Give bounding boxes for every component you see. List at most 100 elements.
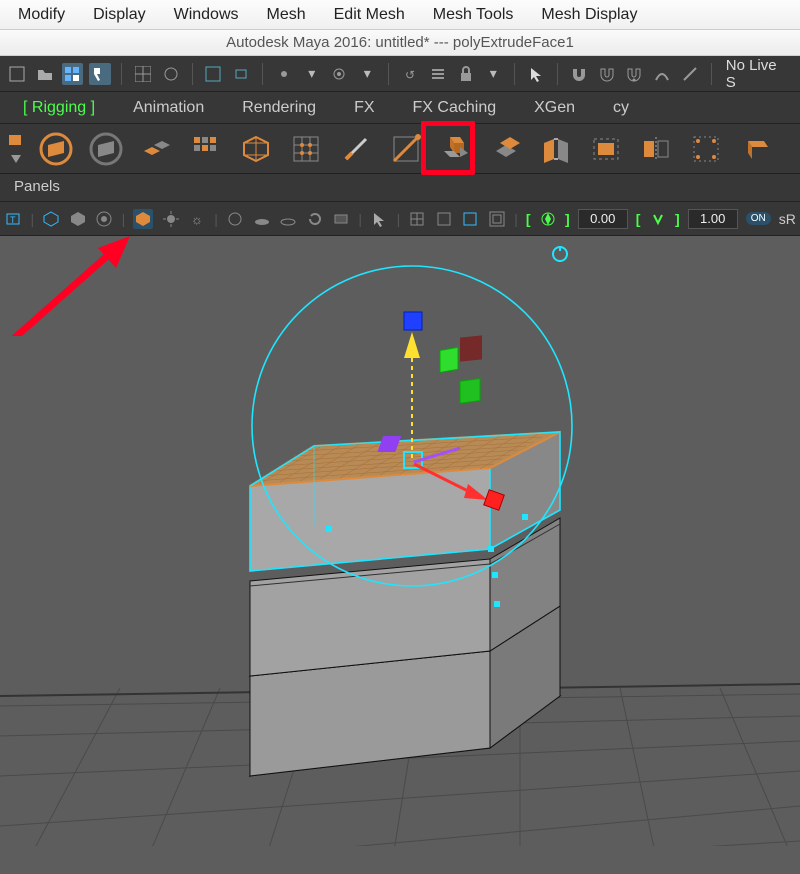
cube-geometry [250, 432, 560, 776]
highlight-annotation-box [421, 121, 475, 175]
menu-edit-mesh[interactable]: Edit Mesh [320, 3, 419, 27]
new-scene-icon[interactable] [6, 63, 28, 85]
select-tool-icon[interactable] [370, 209, 389, 229]
gate-mask-icon[interactable] [488, 209, 507, 229]
separator [711, 63, 712, 85]
select-by-object-icon[interactable] [230, 63, 252, 85]
shelf-icon-smooth[interactable] [236, 129, 276, 169]
shelf-icon-polycube[interactable] [86, 129, 126, 169]
use-lights-icon[interactable] [161, 209, 180, 229]
shelf-icon-multicut[interactable] [336, 129, 376, 169]
magnet-icon[interactable] [568, 63, 590, 85]
cursor-arrow-icon[interactable] [525, 63, 547, 85]
menu-modify[interactable]: Modify [4, 3, 79, 27]
film-back-icon[interactable] [435, 209, 454, 229]
select-by-hierarchy-icon[interactable] [203, 63, 225, 85]
live-surface-label[interactable]: No Live S [722, 57, 794, 91]
lock-drop-icon[interactable]: ▾ [482, 63, 504, 85]
gamma-bracket-left: [ [636, 211, 641, 227]
shelf-dropdown-icon[interactable] [6, 129, 26, 169]
xray-joints-icon[interactable] [279, 209, 298, 229]
lock-icon[interactable] [455, 63, 477, 85]
tab-animation[interactable]: Animation [114, 92, 223, 123]
shelf [0, 124, 800, 174]
svg-text:↺: ↺ [405, 68, 415, 82]
color-management-on-badge[interactable]: ON [746, 212, 771, 225]
shelf-icon-polyplane[interactable] [36, 129, 76, 169]
separator [388, 63, 389, 85]
shelf-icon-bridge[interactable] [536, 129, 576, 169]
exposure-field[interactable]: 0.00 [578, 209, 628, 229]
snap-point-icon[interactable] [273, 63, 295, 85]
viewport-toolbar: T | | ☼ | | | | [ ] 0.00 [ ] 1.00 ON sR [0, 202, 800, 236]
shelf-icon-mirror[interactable] [636, 129, 676, 169]
snap-grid-icon[interactable] [329, 63, 351, 85]
motion-blur-icon[interactable] [305, 209, 324, 229]
history-icon[interactable]: ↺ [399, 63, 421, 85]
svg-text:☼: ☼ [191, 212, 203, 227]
list-icon[interactable] [427, 63, 449, 85]
gamma-bracket-right: ] [675, 211, 680, 227]
viewport-3d[interactable] [0, 236, 800, 846]
shelf-icon-quad-draw[interactable] [736, 129, 776, 169]
shelf-icon-bevel[interactable] [486, 129, 526, 169]
magnet-curve-icon[interactable] [651, 63, 673, 85]
menu-mesh[interactable]: Mesh [253, 3, 320, 27]
grid-small-icon[interactable] [132, 63, 154, 85]
wireshade-icon[interactable] [95, 209, 114, 229]
open-icon[interactable] [34, 63, 56, 85]
snap-drop-icon[interactable]: ▾ [356, 63, 378, 85]
gamma-icon[interactable] [648, 209, 667, 229]
tab-rendering[interactable]: Rendering [223, 92, 335, 123]
selection-mode-icon[interactable] [62, 63, 84, 85]
tab-cy[interactable]: cy [594, 92, 648, 123]
resolution-gate-icon[interactable] [461, 209, 480, 229]
snap-curve-icon[interactable]: ▾ [301, 63, 323, 85]
shelf-icon-append[interactable] [586, 129, 626, 169]
shelf-icon-target-weld[interactable] [386, 129, 426, 169]
wireframe-icon[interactable] [42, 209, 61, 229]
tab-xgen[interactable]: XGen [515, 92, 594, 123]
separator [557, 63, 558, 85]
menu-display[interactable]: Display [79, 3, 159, 27]
window-title-bar: Autodesk Maya 2016: untitled* --- polyEx… [0, 30, 800, 56]
shaded-icon[interactable] [69, 209, 88, 229]
exposure-bracket-right: ] [565, 211, 570, 227]
colorspace-label[interactable]: sR [779, 211, 796, 227]
separator [192, 63, 193, 85]
tab-rigging[interactable]: [ Rigging ] [4, 92, 114, 123]
xray-icon[interactable] [252, 209, 271, 229]
textured-icon[interactable] [133, 209, 153, 229]
menu-mesh-tools[interactable]: Mesh Tools [419, 3, 528, 27]
camera-select-icon[interactable]: T [4, 209, 23, 229]
exposure-icon[interactable] [539, 209, 558, 229]
shadows-icon[interactable]: ☼ [188, 209, 207, 229]
window-title: Autodesk Maya 2016: untitled* --- polyEx… [226, 34, 574, 51]
separator [121, 63, 122, 85]
shelf-icon-sculpt[interactable] [686, 129, 726, 169]
menu-mesh-display[interactable]: Mesh Display [527, 3, 651, 27]
isolate-icon[interactable] [226, 209, 245, 229]
separator [514, 63, 515, 85]
magnet-point-icon[interactable] [596, 63, 618, 85]
shelf-icon-subdivide[interactable] [286, 129, 326, 169]
menu-windows[interactable]: Windows [160, 3, 253, 27]
pick-mask-icon[interactable] [89, 63, 111, 85]
magnet-grid-icon[interactable] [623, 63, 645, 85]
tab-fx-caching[interactable]: FX Caching [394, 92, 516, 123]
separator [262, 63, 263, 85]
gamma-field[interactable]: 1.00 [688, 209, 738, 229]
os-menu-bar: Modify Display Windows Mesh Edit Mesh Me… [0, 0, 800, 30]
tab-fx[interactable]: FX [335, 92, 393, 123]
panels-menu-label[interactable]: Panels [0, 174, 800, 202]
shelf-icon-separate[interactable] [186, 129, 226, 169]
render-icon[interactable] [160, 63, 182, 85]
camera-pivot-icon [553, 246, 567, 261]
grid-toggle-icon[interactable] [408, 209, 427, 229]
y-axis-cube-icon [404, 312, 422, 330]
exposure-bracket-left: [ [526, 211, 531, 227]
shelf-icon-combine[interactable] [136, 129, 176, 169]
magnet-surface-icon[interactable] [679, 63, 701, 85]
svg-text:T: T [10, 215, 16, 225]
film-gate-icon[interactable] [332, 209, 351, 229]
